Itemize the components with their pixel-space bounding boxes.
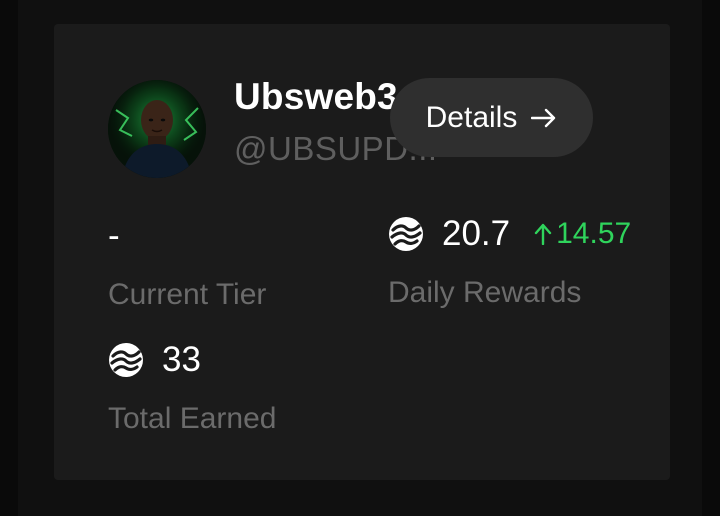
details-button[interactable]: Details <box>390 78 593 157</box>
token-icon <box>109 343 143 377</box>
total-earned-label: Total Earned <box>108 402 277 435</box>
avatar-image <box>108 80 206 178</box>
details-button-label: Details <box>425 100 518 134</box>
arrow-right-icon <box>531 108 556 127</box>
current-tier-label: Current Tier <box>108 278 267 311</box>
daily-rewards-stat: 20.7 14.57 Daily Rewards <box>388 214 631 310</box>
screen: Ubsweb3 @UBSUPD... Details - Current Tie… <box>0 0 720 516</box>
daily-rewards-value: 20.7 <box>442 214 511 253</box>
token-icon <box>389 217 423 251</box>
daily-rewards-delta-value: 14.57 <box>556 217 632 250</box>
total-earned-stat: 33 Total Earned <box>108 340 276 436</box>
daily-rewards-delta: 14.57 <box>534 214 631 254</box>
total-earned-value: 33 <box>162 340 201 379</box>
avatar[interactable] <box>108 80 206 178</box>
profile-rewards-card: Ubsweb3 @UBSUPD... Details - Current Tie… <box>54 24 670 480</box>
display-name: Ubsweb3 <box>234 76 398 117</box>
current-tier-stat: - Current Tier <box>108 216 266 312</box>
current-tier-value: - <box>108 216 120 255</box>
daily-rewards-label: Daily Rewards <box>388 276 582 309</box>
arrow-up-icon <box>534 223 552 245</box>
